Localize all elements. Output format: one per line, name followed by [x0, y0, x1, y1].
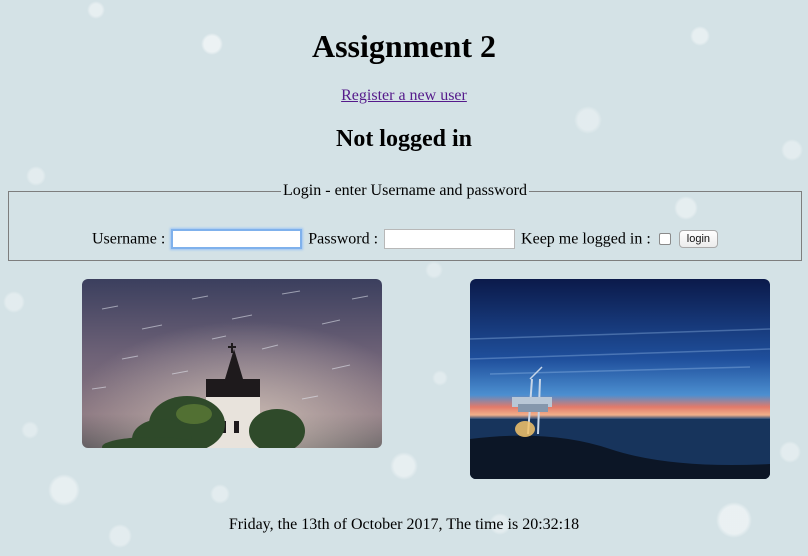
page-title: Assignment 2 [311, 28, 496, 64]
register-link-container: Register a new user [0, 86, 808, 106]
username-input[interactable] [171, 229, 303, 250]
pier-photo-graphic [470, 279, 770, 479]
register-link[interactable]: Register a new user [341, 87, 467, 104]
church-night-sky-photo [82, 279, 382, 448]
login-status-heading: Not logged in [335, 126, 472, 152]
footer-datetime: Friday, the 13th of October 2017, The ti… [228, 516, 580, 533]
keep-logged-in-checkbox[interactable] [658, 233, 671, 246]
password-label: Password : [308, 230, 379, 248]
login-form: Username : Password : Keep me logged in … [9, 228, 801, 250]
pier-sunset-photo [470, 279, 770, 479]
login-fieldset-legend: Login - enter Username and password [9, 182, 801, 200]
username-label: Username : [91, 230, 166, 248]
login-legend-text: Login - enter Username and password [281, 182, 529, 199]
login-fieldset: Login - enter Username and password User… [8, 182, 802, 261]
password-input[interactable] [384, 229, 516, 250]
login-button[interactable]: login [678, 230, 719, 249]
keep-logged-in-label: Keep me logged in : [521, 230, 651, 248]
church-photo-graphic [82, 279, 382, 448]
